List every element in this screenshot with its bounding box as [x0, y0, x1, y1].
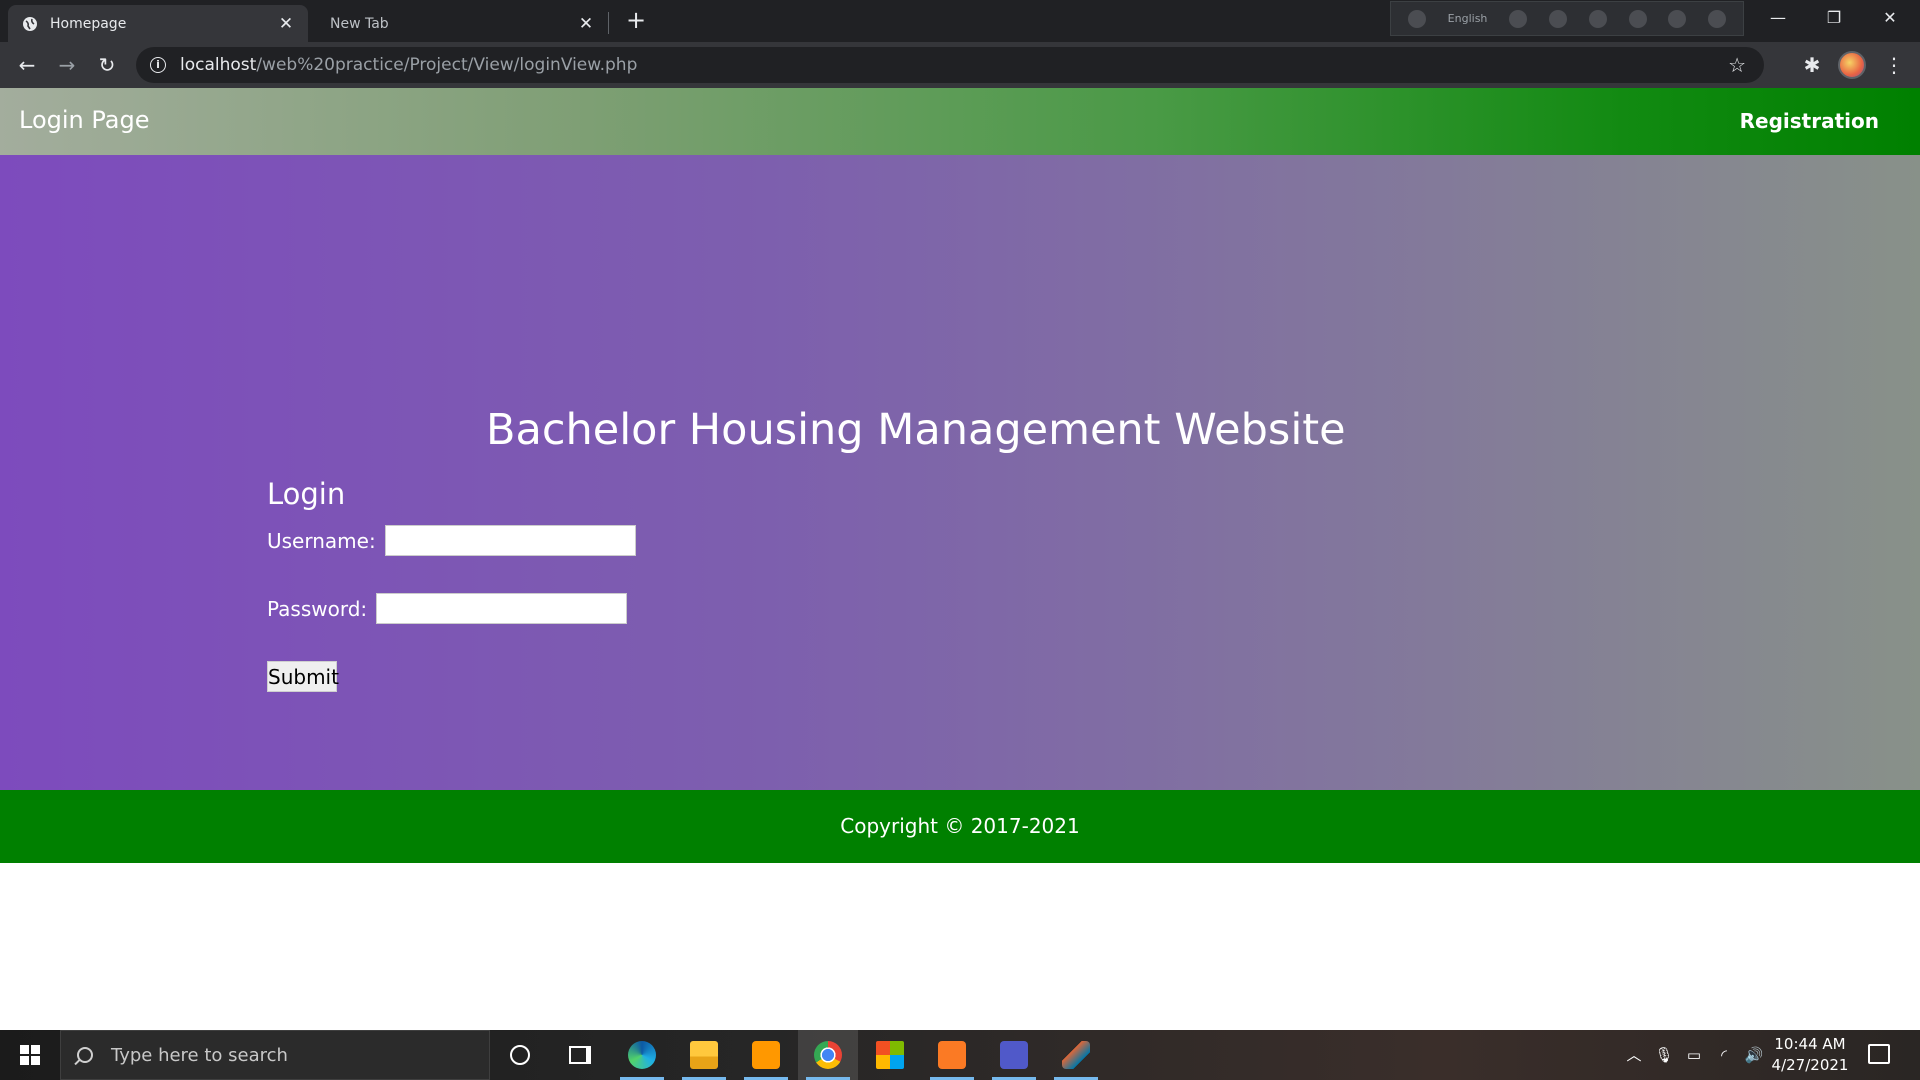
search-placeholder: Type here to search	[111, 1044, 288, 1066]
matlab-icon[interactable]	[1046, 1030, 1106, 1080]
globe-icon	[23, 16, 37, 31]
chrome-icon[interactable]	[798, 1030, 858, 1080]
profile-avatar[interactable]	[1838, 51, 1866, 79]
file-explorer-icon[interactable]	[674, 1030, 734, 1080]
username-label: Username:	[267, 528, 376, 553]
volume-icon[interactable]: 🔊	[1744, 1045, 1764, 1065]
chevron-up-icon[interactable]: ︿	[1624, 1045, 1644, 1065]
site-title: Bachelor Housing Management Website	[486, 405, 1346, 455]
extension-icon[interactable]	[1509, 9, 1528, 28]
login-section: Bachelor Housing Management Website Logi…	[0, 155, 1920, 790]
close-window-icon[interactable]: ✕	[1862, 0, 1918, 36]
windows-taskbar: Type here to search ︿ 🎙 ▭ ◜ 🔊 10:44 AM 4…	[0, 1030, 1920, 1080]
task-view-icon[interactable]	[550, 1030, 610, 1080]
language-label[interactable]: English	[1448, 12, 1488, 25]
extensions-puzzle-icon[interactable]: ✱	[1798, 51, 1826, 79]
extension-icon[interactable]	[1407, 9, 1426, 28]
clock-date: 4/27/2021	[1771, 1056, 1849, 1074]
clock-time: 10:44 AM	[1774, 1035, 1846, 1053]
forward-arrow-icon[interactable]: →	[53, 51, 81, 79]
search-icon	[77, 1047, 93, 1063]
windows-logo-icon	[20, 1045, 40, 1065]
restore-icon[interactable]: ❐	[1806, 0, 1862, 36]
chevron-down-icon[interactable]	[1708, 9, 1727, 28]
tab-divider	[608, 12, 609, 34]
gear-icon[interactable]	[1588, 9, 1607, 28]
reload-icon[interactable]: ↻	[93, 51, 121, 79]
taskbar-clock[interactable]: 10:44 AM 4/27/2021	[1768, 1034, 1852, 1076]
registration-link[interactable]: Registration	[1740, 109, 1879, 133]
url-text[interactable]: localhost/web%20practice/Project/View/lo…	[180, 55, 637, 75]
page-header: Login Page Registration	[0, 88, 1920, 155]
copyright-text: Copyright © 2017-2021	[840, 814, 1080, 838]
password-row: Password:	[267, 593, 628, 624]
cortana-icon[interactable]	[490, 1030, 550, 1080]
login-heading: Login	[267, 477, 346, 511]
notification-center-icon[interactable]	[1868, 1044, 1890, 1064]
taskbar-search-box[interactable]: Type here to search	[60, 1030, 490, 1080]
wifi-icon[interactable]: ◜	[1714, 1045, 1734, 1065]
back-arrow-icon[interactable]: ←	[13, 51, 41, 79]
browser-tab-strip: Homepage ✕ New Tab ✕ + English — ❐ ✕	[0, 0, 1920, 42]
username-input[interactable]	[384, 525, 636, 556]
submit-button[interactable]: Submit	[267, 661, 339, 692]
menu-kebab-icon[interactable]: ⋮	[1880, 51, 1908, 79]
tab-title: Homepage	[50, 15, 127, 32]
tab-title: New Tab	[330, 15, 389, 32]
sublime-text-icon[interactable]	[736, 1030, 796, 1080]
microsoft-store-icon[interactable]	[860, 1030, 920, 1080]
password-label: Password:	[267, 596, 368, 621]
tab-new-tab[interactable]: New Tab ✕	[308, 5, 608, 42]
xampp-icon[interactable]	[922, 1030, 982, 1080]
extension-toolbar: English	[1390, 1, 1744, 36]
address-bar[interactable]: i localhost/web%20practice/Project/View/…	[136, 47, 1764, 83]
close-tab-icon[interactable]: ✕	[278, 15, 294, 32]
close-tab-icon[interactable]: ✕	[578, 15, 594, 32]
edge-icon[interactable]	[612, 1030, 672, 1080]
site-info-icon[interactable]: i	[150, 57, 166, 73]
new-tab-plus-icon[interactable]: +	[622, 6, 650, 34]
extension-icon[interactable]	[1628, 9, 1647, 28]
page-footer: Copyright © 2017-2021	[0, 790, 1920, 863]
extension-icon[interactable]	[1548, 9, 1567, 28]
start-button[interactable]	[0, 1030, 60, 1080]
minimize-icon[interactable]: —	[1750, 0, 1806, 36]
bookmark-star-icon[interactable]: ☆	[1728, 53, 1746, 77]
page-brand: Login Page	[19, 106, 150, 134]
teams-icon[interactable]	[984, 1030, 1044, 1080]
tab-homepage[interactable]: Homepage ✕	[8, 5, 308, 42]
password-input[interactable]	[376, 593, 628, 624]
battery-icon[interactable]: ▭	[1684, 1045, 1704, 1065]
microphone-icon[interactable]: 🎙	[1654, 1045, 1674, 1065]
browser-toolbar: ← → ↻ i localhost/web%20practice/Project…	[0, 42, 1920, 88]
username-row: Username:	[267, 525, 636, 556]
help-icon[interactable]	[1668, 9, 1687, 28]
